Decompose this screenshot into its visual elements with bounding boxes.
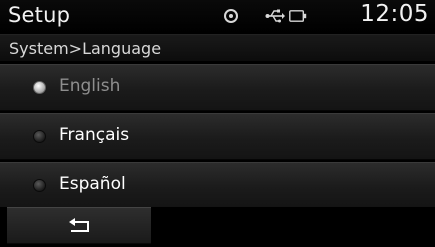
back-button[interactable] [7, 207, 151, 244]
radio-indicator [33, 130, 46, 143]
disc-icon [224, 9, 238, 23]
radio-indicator [33, 81, 46, 94]
clock: 12:05 [360, 1, 429, 27]
page-title: Setup [8, 3, 71, 27]
option-label: Español [59, 174, 126, 194]
option-label: English [59, 76, 121, 96]
bottom-bar [0, 207, 435, 247]
language-option-francais[interactable]: Français [0, 113, 435, 160]
radio-indicator [33, 179, 46, 192]
language-option-espanol[interactable]: Español [0, 162, 435, 209]
status-bar: Setup 12:05 [0, 0, 435, 33]
status-icons [224, 7, 307, 25]
usb-icon [265, 9, 285, 23]
return-arrow-icon [69, 218, 89, 232]
language-list: English Français Español [0, 64, 435, 211]
battery-icon [289, 10, 307, 22]
option-label: Français [59, 125, 130, 145]
breadcrumb: System>Language [0, 34, 435, 61]
breadcrumb-text: System>Language [9, 39, 162, 58]
language-option-english[interactable]: English [0, 64, 435, 111]
